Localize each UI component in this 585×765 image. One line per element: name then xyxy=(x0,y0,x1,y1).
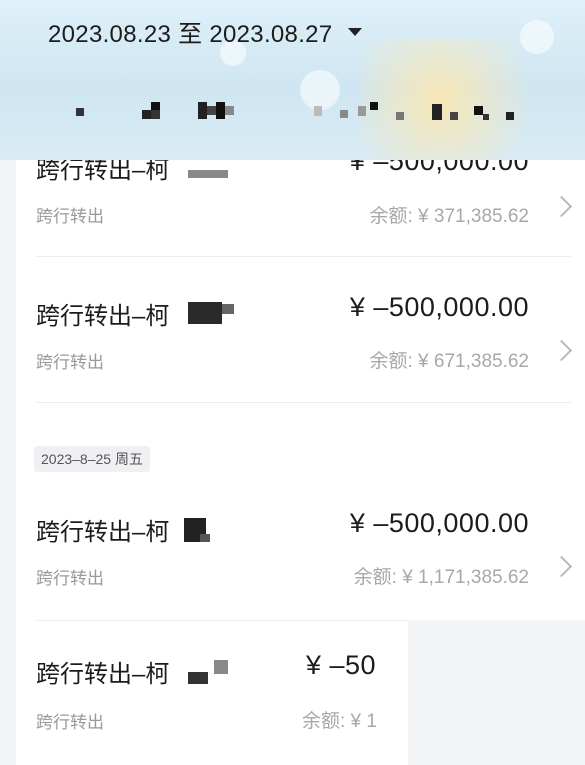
redacted-name xyxy=(222,304,234,314)
transaction-amount: ¥ –500,000.00 xyxy=(349,508,529,538)
transaction-balance: 余额: ¥ 1,171,385.62 xyxy=(353,567,529,588)
transaction-type: 跨行转出 xyxy=(36,353,104,372)
transaction-balance: 余额: ¥ 371,385.62 xyxy=(369,206,530,227)
divider xyxy=(36,256,571,257)
redacted-name xyxy=(200,534,210,542)
chevron-right-icon xyxy=(550,555,573,578)
chevron-right-icon xyxy=(550,195,573,218)
list-item[interactable]: 跨行转出–柯 ¥ –500,000.00 跨行转出 余额: ¥ 371,385.… xyxy=(16,150,585,290)
transaction-type: 跨行转出 xyxy=(36,207,104,226)
list-item[interactable]: 跨行转出–柯 ¥ –500,000.00 跨行转出 余额: ¥ 671,385.… xyxy=(16,290,585,430)
header-banner: 2023.08.23 至 2023.08.27 xyxy=(0,0,585,160)
redacted-name xyxy=(188,302,222,324)
transaction-type: 跨行转出 xyxy=(36,569,104,588)
page-background xyxy=(408,620,585,765)
transaction-balance: 余额: ¥ 671,385.62 xyxy=(369,351,530,372)
transaction-name: 跨行转出–柯 xyxy=(36,303,170,330)
redacted-name xyxy=(188,672,208,684)
redacted-name xyxy=(214,660,228,674)
transaction-name: 跨行转出–柯 xyxy=(36,661,170,688)
transaction-type: 跨行转出 xyxy=(36,713,104,732)
date-range-selector[interactable]: 2023.08.23 至 2023.08.27 xyxy=(48,14,363,49)
date-group-label: 2023–8–25 周五 xyxy=(34,446,150,472)
divider xyxy=(36,620,408,621)
transaction-name: 跨行转出–柯 xyxy=(36,519,170,546)
chevron-right-icon xyxy=(550,339,573,362)
transaction-amount: ¥ –50 xyxy=(306,650,377,680)
transaction-balance: 余额: ¥ 1 xyxy=(302,711,377,732)
date-range-label: 2023.08.23 至 2023.08.27 xyxy=(48,21,333,48)
transaction-amount: ¥ –500,000.00 xyxy=(349,292,529,322)
redacted-account-info xyxy=(0,100,585,130)
divider xyxy=(36,402,571,403)
caret-down-icon xyxy=(348,27,363,36)
redacted-name xyxy=(188,170,228,178)
list-item[interactable]: 跨行转出–柯 ¥ –50 跨行转出 余额: ¥ 1 xyxy=(16,650,408,765)
banner-bokeh xyxy=(520,20,554,54)
